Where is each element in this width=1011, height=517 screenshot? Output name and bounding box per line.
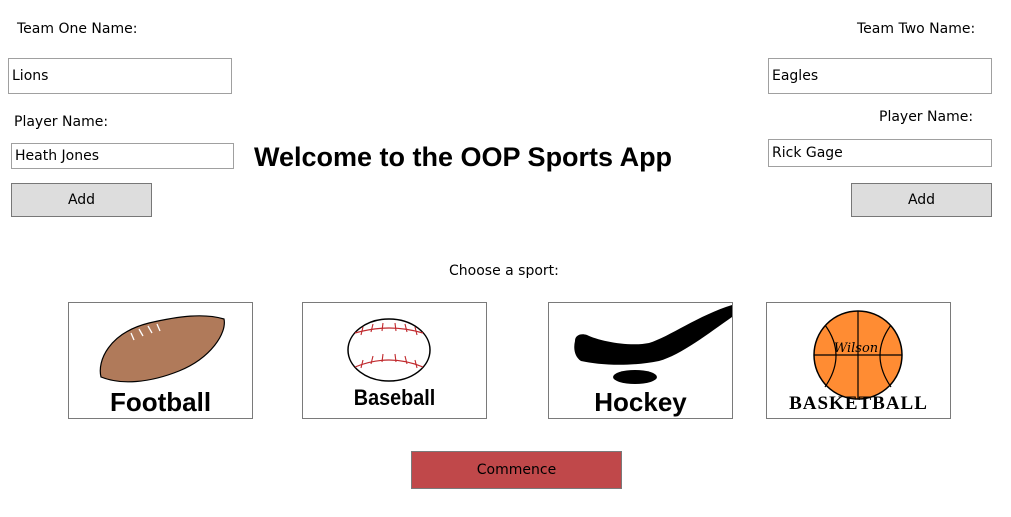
team-two-name-input[interactable] <box>768 58 992 94</box>
basketball-caption: BASKETBALL <box>789 393 928 414</box>
basketball-brand-text: Wilson <box>834 341 878 356</box>
team-one-name-input[interactable] <box>8 58 232 94</box>
baseball-caption: Baseball <box>353 385 436 410</box>
team-two-player-input[interactable] <box>768 139 992 167</box>
team-two-name-label: Team Two Name: <box>857 21 976 37</box>
football-card[interactable]: Football <box>68 302 253 419</box>
page-title: Welcome to the OOP Sports App <box>254 142 673 172</box>
team-two-add-button[interactable]: Add <box>851 183 992 217</box>
baseball-card[interactable]: Baseball <box>302 302 487 419</box>
hockey-card[interactable]: Hockey <box>548 302 733 419</box>
team-one-player-input[interactable] <box>11 143 234 169</box>
choose-sport-label: Choose a sport: <box>449 263 559 279</box>
team-one-name-label: Team One Name: <box>17 21 138 37</box>
football-caption: Football <box>109 387 212 417</box>
commence-button[interactable]: Commence <box>411 451 622 489</box>
team-two-player-label: Player Name: <box>879 109 974 125</box>
team-one-player-label: Player Name: <box>14 114 109 130</box>
team-one-add-button[interactable]: Add <box>11 183 152 217</box>
basketball-card[interactable]: Wilson BASKETBALL <box>766 302 951 419</box>
hockey-caption: Hockey <box>594 387 687 417</box>
